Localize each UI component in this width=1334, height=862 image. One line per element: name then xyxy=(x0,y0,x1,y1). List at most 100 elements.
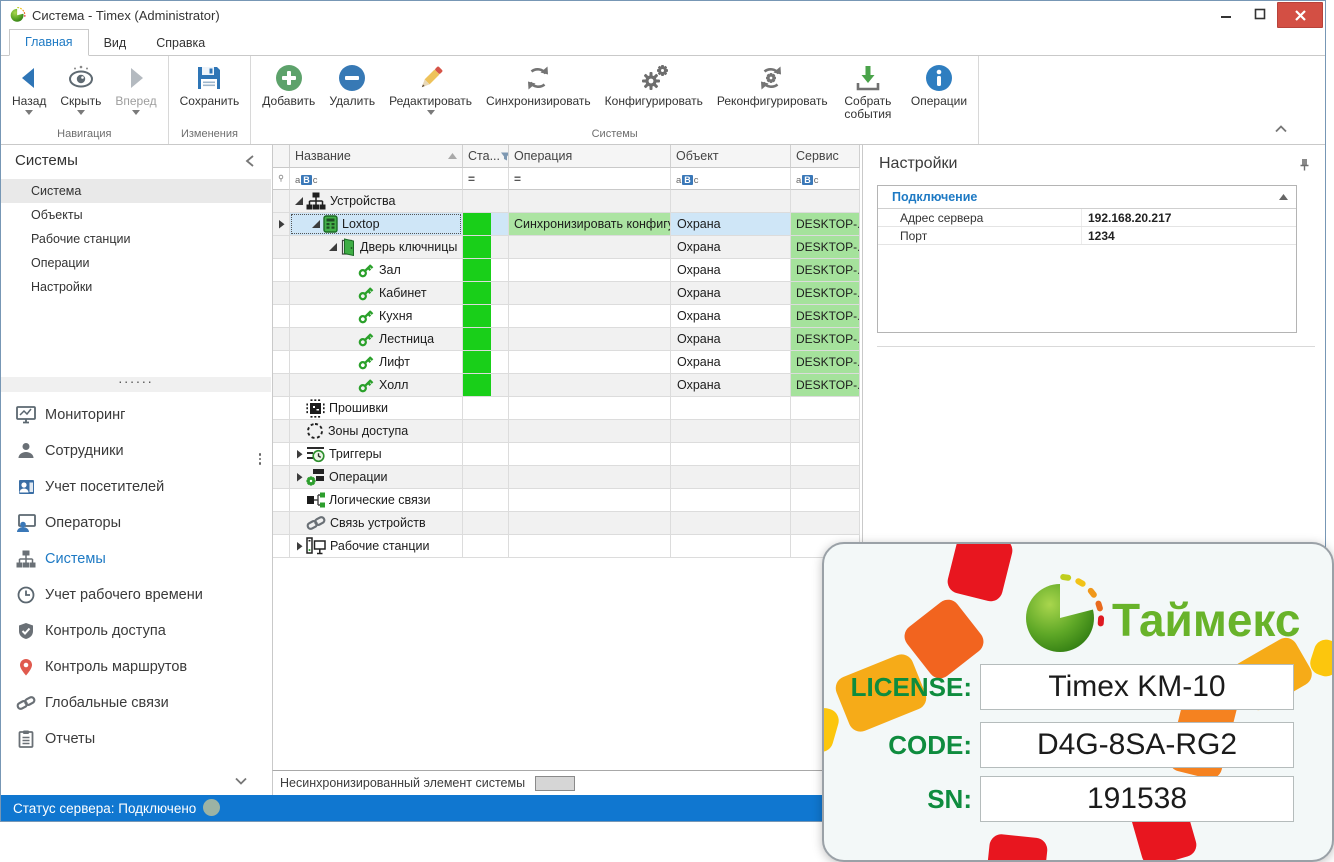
cell-service[interactable] xyxy=(791,420,860,443)
nav-item-4[interactable]: Системы xyxy=(1,541,271,577)
cell-service[interactable]: DESKTOP-... xyxy=(791,305,860,328)
cell-service[interactable] xyxy=(791,512,860,535)
cell-name[interactable]: Лестница xyxy=(290,328,463,351)
button-eye[interactable]: Скрыть xyxy=(53,58,108,115)
cell-operation[interactable] xyxy=(509,397,671,420)
nav-item-2[interactable]: Учет посетителей xyxy=(1,469,271,505)
cell-object[interactable]: Охрана xyxy=(671,351,791,374)
tab-Справка[interactable]: Справка xyxy=(141,31,220,56)
cell-object[interactable] xyxy=(671,443,791,466)
cell-service[interactable]: DESKTOP-... xyxy=(791,236,860,259)
cell-operation[interactable] xyxy=(509,374,671,397)
cell-operation[interactable] xyxy=(509,443,671,466)
nav-item-6[interactable]: Контроль доступа xyxy=(1,613,271,649)
tab-Вид[interactable]: Вид xyxy=(89,31,142,56)
cell-status[interactable] xyxy=(463,190,509,213)
cell-status[interactable] xyxy=(463,259,509,282)
property-value[interactable]: 192.168.20.217 xyxy=(1081,209,1296,226)
sidebar-item-0[interactable]: Система xyxy=(1,179,271,203)
cell-status[interactable] xyxy=(463,466,509,489)
cell-object[interactable] xyxy=(671,535,791,558)
cell-service[interactable]: DESKTOP-... xyxy=(791,374,860,397)
button-back-arrow[interactable]: Назад xyxy=(5,58,53,115)
grid-row[interactable]: Зоны доступа xyxy=(273,420,862,443)
button-add-circle[interactable]: Добавить xyxy=(255,58,322,108)
grid-row[interactable]: Триггеры xyxy=(273,443,862,466)
grid-row[interactable]: Прошивки xyxy=(273,397,862,420)
property-value[interactable]: 1234 xyxy=(1081,227,1296,244)
cell-operation[interactable] xyxy=(509,351,671,374)
cell-service[interactable] xyxy=(791,443,860,466)
splitter-handle[interactable] xyxy=(258,451,262,467)
grid-row[interactable]: Кабинет ОхранаDESKTOP-... xyxy=(273,282,862,305)
button-collect-events[interactable]: Собрать события xyxy=(832,58,904,121)
group-label[interactable]: Подключение xyxy=(892,190,1279,204)
maximize-icon[interactable] xyxy=(1243,2,1277,26)
filter-cell-3[interactable]: aBc xyxy=(671,168,791,190)
button-gears[interactable]: Конфигурировать xyxy=(598,58,710,108)
filter-cell-0[interactable]: aBc xyxy=(290,168,463,190)
nav-item-9[interactable]: Отчеты xyxy=(1,721,271,757)
nav-item-5[interactable]: Учет рабочего времени xyxy=(1,577,271,613)
cell-status[interactable] xyxy=(463,512,509,535)
sidebar-collapse-icon[interactable] xyxy=(245,155,255,167)
cell-status[interactable] xyxy=(463,282,509,305)
cell-status[interactable] xyxy=(463,328,509,351)
cell-name[interactable]: Устройства xyxy=(290,190,463,213)
cell-status[interactable] xyxy=(463,420,509,443)
cell-operation[interactable] xyxy=(509,420,671,443)
filter-cell-2[interactable]: = xyxy=(509,168,671,190)
expanded-expander-icon[interactable] xyxy=(293,196,305,206)
grid-row[interactable]: ЛифтОхранаDESKTOP-... xyxy=(273,351,862,374)
cell-status[interactable] xyxy=(463,397,509,420)
cell-name[interactable]: Связь устройств xyxy=(290,512,463,535)
grid-row[interactable]: ХоллОхранаDESKTOP-... xyxy=(273,374,862,397)
cell-name[interactable]: Кухня xyxy=(290,305,463,328)
cell-operation[interactable] xyxy=(509,190,671,213)
minimize-icon[interactable] xyxy=(1209,2,1243,26)
cell-status[interactable] xyxy=(463,351,509,374)
cell-operation[interactable] xyxy=(509,328,671,351)
cell-object[interactable]: Охрана xyxy=(671,213,791,236)
button-remove-circle[interactable]: Удалить xyxy=(322,58,382,108)
cell-name[interactable]: Дверь ключницы xyxy=(290,236,463,259)
cell-operation[interactable] xyxy=(509,305,671,328)
column-header-3[interactable]: Объект xyxy=(671,145,791,168)
filter-cell-1[interactable]: = xyxy=(463,168,509,190)
cell-name[interactable]: Логические связи xyxy=(290,489,463,512)
sidebar-item-4[interactable]: Настройки xyxy=(1,275,271,299)
cell-object[interactable] xyxy=(671,420,791,443)
expanded-expander-icon[interactable] xyxy=(310,219,322,229)
filter-cell-4[interactable]: aBc xyxy=(791,168,860,190)
cell-operation[interactable] xyxy=(509,259,671,282)
cell-service[interactable] xyxy=(791,489,860,512)
sidebar-splitter[interactable] xyxy=(1,377,271,392)
group-collapse-icon[interactable] xyxy=(1279,194,1288,200)
cell-service[interactable]: DESKTOP-... xyxy=(791,259,860,282)
grid-row[interactable]: Операции xyxy=(273,466,862,489)
cell-object[interactable] xyxy=(671,397,791,420)
column-header-2[interactable]: Операция xyxy=(509,145,671,168)
grid-row[interactable]: Связь устройств xyxy=(273,512,862,535)
sidebar-scroll-down-icon[interactable] xyxy=(235,777,247,785)
sidebar-item-2[interactable]: Рабочие станции xyxy=(1,227,271,251)
grid-row[interactable]: ЛестницаОхранаDESKTOP-... xyxy=(273,328,862,351)
grid-row[interactable]: ЗалОхранаDESKTOP-... xyxy=(273,259,862,282)
cell-operation[interactable] xyxy=(509,489,671,512)
cell-service[interactable]: DESKTOP-... xyxy=(791,282,860,305)
cell-status[interactable] xyxy=(463,305,509,328)
cell-object[interactable]: Охрана xyxy=(671,282,791,305)
cell-status[interactable] xyxy=(463,443,509,466)
cell-name[interactable]: Зал xyxy=(290,259,463,282)
cell-service[interactable]: DESKTOP-... xyxy=(791,328,860,351)
cell-name[interactable]: Рабочие станции xyxy=(290,535,463,558)
cell-object[interactable]: Охрана xyxy=(671,305,791,328)
button-info-circle[interactable]: Операции xyxy=(904,58,974,108)
grid-row[interactable]: Устройства xyxy=(273,190,862,213)
cell-name[interactable]: Лифт xyxy=(290,351,463,374)
cell-status[interactable] xyxy=(463,374,509,397)
cell-name[interactable]: Кабинет xyxy=(290,282,463,305)
button-edit-pencil[interactable]: Редактировать xyxy=(382,58,479,115)
grid-row[interactable]: LoxtopСинхронизировать конфигурациюОхран… xyxy=(273,213,862,236)
close-icon[interactable] xyxy=(1277,2,1323,28)
